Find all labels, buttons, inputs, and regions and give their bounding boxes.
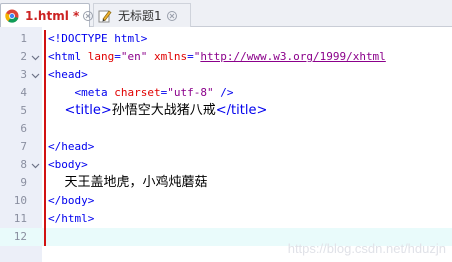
line-number: 4 bbox=[20, 86, 27, 99]
line-number: 6 bbox=[20, 122, 27, 135]
line-number: 7 bbox=[20, 140, 27, 153]
fold-toggle-icon[interactable] bbox=[30, 160, 40, 170]
fold-toggle-icon[interactable] bbox=[30, 52, 40, 62]
tab-1-html[interactable]: 1.html * bbox=[0, 3, 94, 27]
code-token: <title> bbox=[64, 103, 112, 118]
chrome-icon bbox=[5, 9, 19, 23]
code-token: <html bbox=[48, 50, 88, 63]
code-text: <html lang="en" xmlns="http://www.w3.org… bbox=[48, 48, 386, 66]
code-text: <head> bbox=[48, 66, 88, 84]
code-token: "utf-8" bbox=[167, 86, 214, 99]
close-icon[interactable] bbox=[83, 10, 94, 22]
code-token: http://www.w3.org/1999/xhtml bbox=[200, 50, 386, 63]
tab-bar: 1.html * 无标题1 bbox=[0, 0, 452, 27]
line-number: 3 bbox=[20, 68, 27, 81]
code-token: xmlns bbox=[154, 50, 188, 63]
line-number: 10 bbox=[13, 194, 27, 207]
line-number: 11 bbox=[13, 212, 27, 225]
code-token: = bbox=[187, 50, 194, 63]
fold-toggle-icon[interactable] bbox=[30, 70, 40, 80]
change-marker-bar bbox=[44, 30, 46, 246]
code-line[interactable]: 2 <html lang="en" xmlns="http://www.w3.or… bbox=[0, 48, 452, 66]
code-line[interactable]: 7 </head> bbox=[0, 138, 452, 156]
line-number: 12 bbox=[13, 230, 27, 243]
code-line[interactable]: 5 <title>孙悟空大战猪八戒</title> bbox=[0, 102, 452, 120]
pencil-icon bbox=[98, 9, 112, 23]
code-line[interactable]: 3 <head> bbox=[0, 66, 452, 84]
code-token: <head> bbox=[48, 68, 88, 81]
code-token: lang bbox=[87, 50, 115, 63]
code-line[interactable]: 1 <!DOCTYPE html> bbox=[0, 30, 452, 48]
tab-untitled-1[interactable]: 无标题1 bbox=[93, 3, 191, 27]
code-text: <body> bbox=[48, 156, 88, 174]
code-text: <meta charset="utf-8" /> bbox=[48, 84, 234, 102]
code-line[interactable]: 10 </body> bbox=[0, 192, 452, 210]
line-number: 9 bbox=[20, 176, 27, 189]
code-token: charset bbox=[114, 86, 161, 99]
code-token: <meta bbox=[74, 86, 115, 99]
line-number: 1 bbox=[20, 32, 27, 45]
code-text: <!DOCTYPE html> bbox=[48, 30, 147, 48]
code-text: 天王盖地虎，小鸡炖蘑菇 bbox=[48, 174, 208, 192]
code-text: </head> bbox=[48, 138, 94, 156]
code-token: </html> bbox=[48, 212, 95, 225]
line-number: 2 bbox=[20, 50, 27, 63]
code-text: </html> bbox=[48, 210, 94, 228]
code-token: </body> bbox=[48, 194, 95, 207]
code-line[interactable]: 11 </html> bbox=[0, 210, 452, 228]
code-editor[interactable]: 1 <!DOCTYPE html> 2 <html lang="en" xmlns="… bbox=[0, 27, 452, 262]
line-number: 5 bbox=[20, 104, 27, 117]
code-token: /> bbox=[213, 86, 234, 99]
code-line[interactable]: 8 <body> bbox=[0, 156, 452, 174]
code-token: <!DOCTYPE html> bbox=[48, 32, 148, 45]
code-line[interactable]: 4 <meta charset="utf-8" /> bbox=[0, 84, 452, 102]
code-token: 孙悟空大战猪八戒 bbox=[111, 103, 216, 118]
code-token: </title> bbox=[215, 103, 268, 118]
code-token: "en" bbox=[120, 50, 148, 63]
code-text: <title>孙悟空大战猪八戒</title> bbox=[48, 102, 268, 120]
code-token: = bbox=[114, 50, 121, 63]
line-number: 8 bbox=[20, 158, 27, 171]
code-line[interactable]: 6 bbox=[0, 120, 452, 138]
code-token: <body> bbox=[48, 158, 88, 171]
tab-label: 无标题1 bbox=[118, 9, 162, 23]
close-icon[interactable] bbox=[166, 10, 178, 22]
code-token: </head> bbox=[48, 140, 95, 153]
tab-label: 1.html * bbox=[25, 8, 80, 23]
code-token: 天王盖地虎，小鸡炖蘑菇 bbox=[48, 175, 208, 190]
code-text: </body> bbox=[48, 192, 94, 210]
code-line[interactable]: 9 天王盖地虎，小鸡炖蘑菇 bbox=[0, 174, 452, 192]
watermark: https://blog.csdn.net/hduzjn bbox=[287, 241, 446, 256]
